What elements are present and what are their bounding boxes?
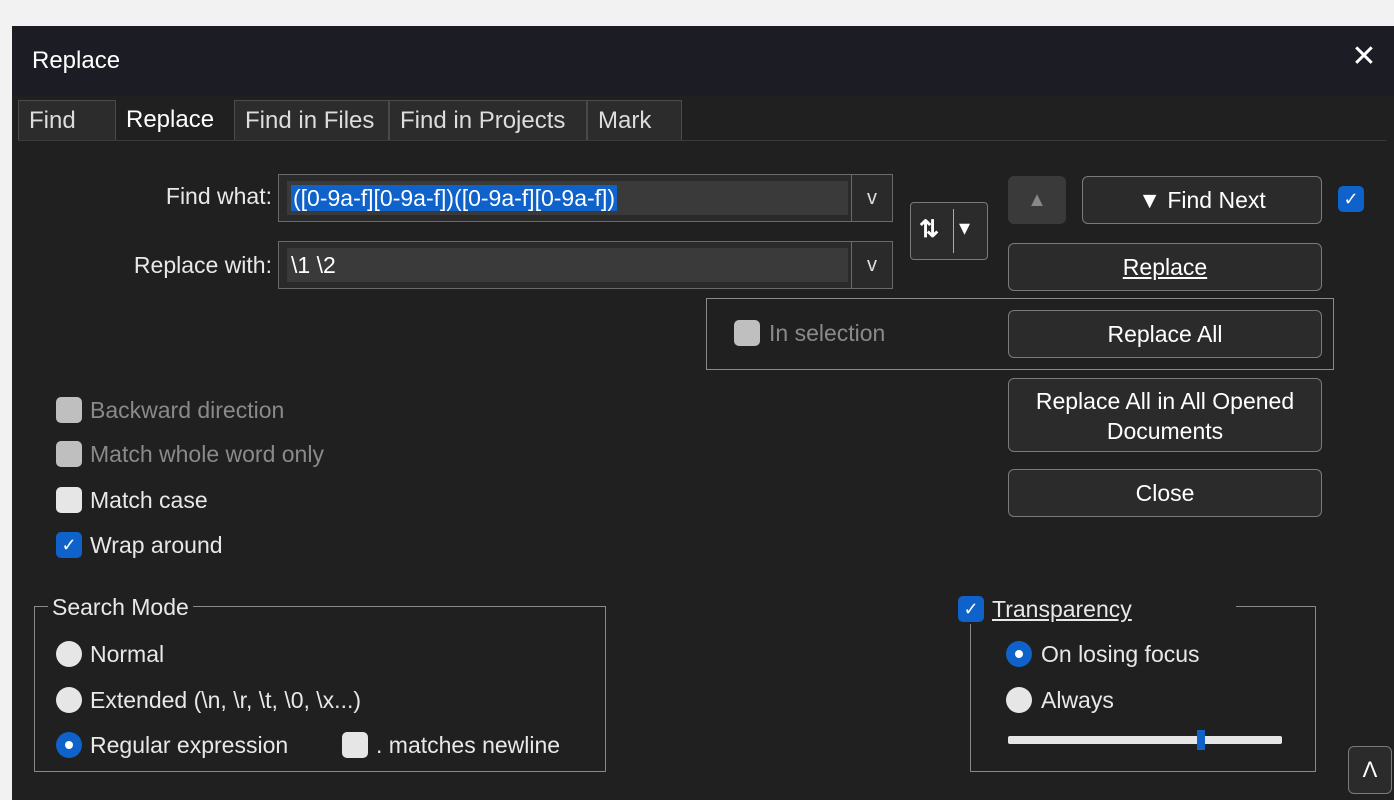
backward-direction-checkbox[interactable] [56,397,82,423]
tab-find-in-projects[interactable]: Find in Projects [389,100,587,140]
transparency-always-label: Always [1041,687,1114,713]
replace-all-opened-button[interactable]: Replace All in All Opened Documents [1008,378,1322,452]
find-previous-button[interactable]: ▲ [1008,176,1066,224]
match-case-label: Match case [90,487,208,513]
collapse-button[interactable]: Λ [1348,746,1392,794]
find-what-combo[interactable]: ([0-9a-f][0-9a-f])([0-9a-f][0-9a-f]) v [278,174,893,222]
tab-divider [18,140,1386,141]
search-mode-normal-radio[interactable] [56,641,82,667]
search-mode-extended-radio[interactable] [56,687,82,713]
in-selection-checkbox[interactable] [734,320,760,346]
replace-button-label: Replace [1122,254,1208,280]
replace-all-button[interactable]: Replace All [1008,310,1322,358]
window-title: Replace [32,47,121,74]
match-whole-word-checkbox[interactable] [56,441,82,467]
tab-find-in-files[interactable]: Find in Files [234,100,389,140]
match-whole-word-label: Match whole word only [90,441,324,467]
transparency-always-radio[interactable] [1006,687,1032,713]
swap-divider [953,209,954,253]
find-next-button[interactable]: ▼ Find Next [1082,176,1322,224]
close-button[interactable]: Close [1008,469,1322,517]
transparency-on-losing-focus-label: On losing focus [1041,641,1200,667]
close-icon[interactable]: ✕ [1346,40,1382,76]
find-what-text: ([0-9a-f][0-9a-f])([0-9a-f][0-9a-f]) [291,185,618,211]
find-what-input[interactable]: ([0-9a-f][0-9a-f])([0-9a-f][0-9a-f]) [287,181,848,215]
transparency-checkbox[interactable]: ✓ [958,596,984,622]
transparency-label: Transparency [992,596,1132,623]
dot-matches-newline-label: . matches newline [376,732,561,758]
backward-direction-label: Backward direction [90,397,285,423]
replace-with-label: Replace with: [133,252,272,278]
search-mode-extended-label: Extended (\n, \r, \t, \0, \x...) [90,687,362,713]
replace-history-dropdown[interactable]: v [851,242,892,288]
dot-matches-newline-checkbox[interactable] [342,732,368,758]
transparency-on-losing-focus-radio[interactable] [1006,641,1032,667]
wrap-around-label: Wrap around [90,532,223,558]
search-mode-regex-radio[interactable] [56,732,82,758]
wrap-around-checkbox[interactable]: ✓ [56,532,82,558]
find-history-dropdown[interactable]: v [851,175,892,221]
search-mode-normal-label: Normal [90,641,165,667]
transparency-slider-thumb[interactable] [1196,730,1205,750]
transparency-header: ✓ Transparency [952,594,1236,624]
replace-with-combo[interactable]: \1 \2 v [278,241,893,289]
search-mode-regex-label: Regular expression [90,732,289,758]
swap-icon: ⇅ [919,216,940,243]
replace-button[interactable]: Replace [1008,243,1322,291]
in-selection-label: In selection [769,320,886,346]
tab-find[interactable]: Find [18,100,116,140]
replace-dialog: Replace ✕ Find Replace Find in Files Fin… [12,26,1394,800]
chevron-down-icon: ▾ [959,215,971,240]
tab-mark[interactable]: Mark [587,100,682,140]
tab-replace[interactable]: Replace [116,100,234,140]
title-bar: Replace ✕ [12,26,1394,96]
search-mode-title: Search Mode [48,594,193,621]
find-what-label: Find what: [165,183,272,209]
swap-find-replace-button[interactable]: ⇅ ▾ [910,202,988,260]
match-case-checkbox[interactable] [56,487,82,513]
transparency-label-text: Transparency [992,596,1132,622]
replace-with-input[interactable]: \1 \2 [287,248,848,282]
find-next-option-checkbox[interactable]: ✓ [1338,186,1364,212]
transparency-slider[interactable] [1008,730,1282,750]
